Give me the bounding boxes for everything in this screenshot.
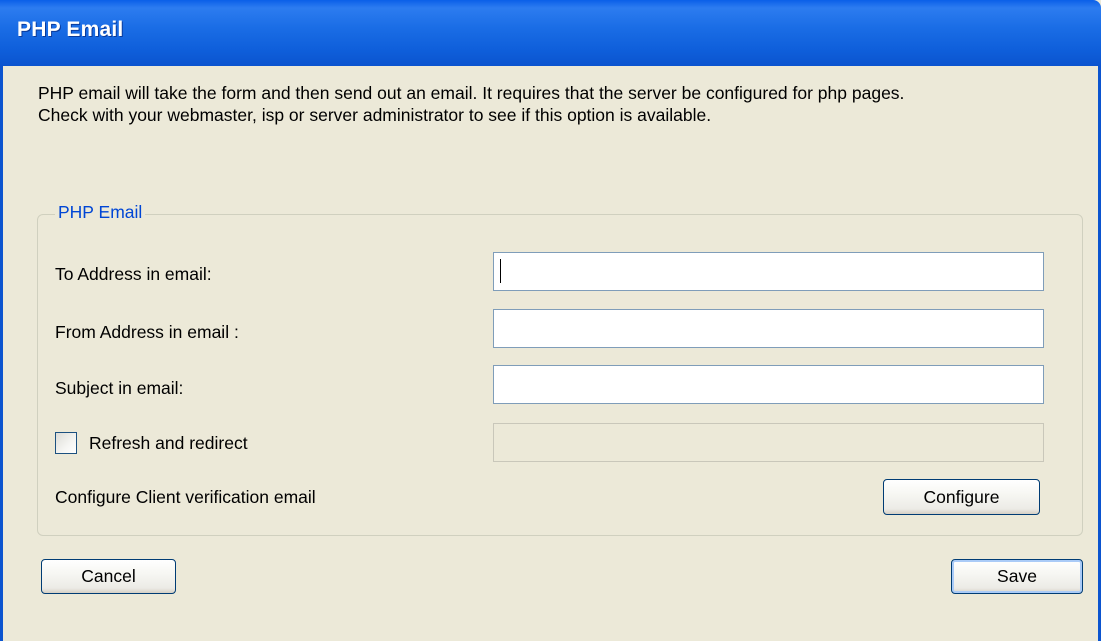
description-line-1: PHP email will take the form and then se… [38,83,905,103]
groupbox-legend: PHP Email [55,202,146,223]
refresh-redirect-label[interactable]: Refresh and redirect [89,433,248,454]
refresh-redirect-checkbox[interactable] [55,432,77,454]
to-address-input[interactable] [493,252,1044,291]
cancel-button[interactable]: Cancel [41,559,176,594]
configure-button[interactable]: Configure [883,479,1040,515]
subject-label: Subject in email: [55,378,184,398]
php-email-dialog: PHP Email PHP email will take the form a… [0,0,1101,641]
subject-input[interactable] [493,365,1044,404]
configure-verification-label: Configure Client verification email [55,487,316,507]
from-address-label: From Address in email : [55,322,239,342]
text-caret [500,259,501,283]
to-address-label: To Address in email: [55,264,212,284]
description-line-2: Check with your webmaster, isp or server… [38,105,712,125]
window-title: PHP Email [17,18,124,41]
from-address-input[interactable] [493,309,1044,348]
title-bar[interactable]: PHP Email [0,0,1101,66]
save-button[interactable]: Save [951,559,1083,594]
description-text: PHP email will take the form and then se… [38,82,1093,126]
redirect-url-input [493,423,1044,462]
